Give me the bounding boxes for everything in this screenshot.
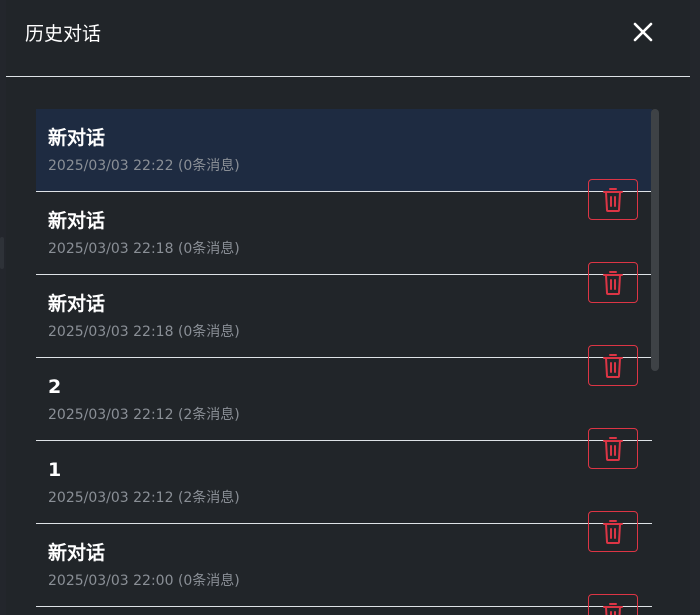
close-icon bbox=[633, 22, 653, 42]
conversation-list: 新对话 2025/03/03 22:22 (0条消息) 新对话 2025/03/… bbox=[36, 109, 652, 615]
conversation-title: 新对话 bbox=[48, 293, 106, 315]
conversation-item[interactable]: 新对话 2025/03/03 22:00 (0条消息) bbox=[36, 524, 652, 615]
conversation-title: 2 bbox=[48, 376, 62, 398]
conversation-item[interactable]: 新对话 2025/03/03 22:22 (0条消息) bbox=[36, 109, 652, 220]
delete-conversation-button[interactable] bbox=[588, 345, 638, 386]
trash-icon bbox=[603, 354, 623, 378]
conversation-meta: 2025/03/03 22:18 (0条消息) bbox=[48, 241, 240, 257]
list-scrollbar[interactable] bbox=[651, 109, 659, 371]
conversation-title: 新对话 bbox=[48, 210, 106, 232]
conversation-meta: 2025/03/03 22:18 (0条消息) bbox=[48, 324, 240, 340]
delete-conversation-button[interactable] bbox=[588, 428, 638, 469]
delete-conversation-button[interactable] bbox=[588, 179, 638, 220]
conversation-meta: 2025/03/03 22:00 (0条消息) bbox=[48, 573, 240, 589]
dialog-title: 历史对话 bbox=[25, 23, 102, 45]
conversation-title: 1 bbox=[48, 459, 62, 481]
conversation-item[interactable]: 新对话 2025/03/03 22:18 (0条消息) bbox=[36, 275, 652, 386]
trash-icon bbox=[603, 437, 623, 461]
conversation-meta: 2025/03/03 22:12 (2条消息) bbox=[48, 407, 240, 423]
conversation-item[interactable]: 1 2025/03/03 22:12 (2条消息) bbox=[36, 441, 652, 552]
delete-conversation-button[interactable] bbox=[588, 511, 638, 552]
conversation-item[interactable]: 新对话 2025/03/03 22:18 (0条消息) bbox=[36, 192, 652, 303]
conversation-item[interactable]: 2 2025/03/03 22:12 (2条消息) bbox=[36, 358, 652, 469]
conversation-title: 新对话 bbox=[48, 542, 106, 564]
background-page-edge bbox=[0, 237, 4, 269]
trash-icon bbox=[603, 188, 623, 212]
delete-conversation-button[interactable] bbox=[588, 262, 638, 303]
dialog-body: 新对话 2025/03/03 22:22 (0条消息) 新对话 2025/03/… bbox=[6, 78, 690, 615]
delete-conversation-button[interactable] bbox=[588, 594, 638, 615]
trash-icon bbox=[603, 603, 623, 615]
trash-icon bbox=[603, 271, 623, 295]
history-dialog: 历史对话 新对话 2025/03/03 22:22 (0条消息) 新对话 202… bbox=[6, 0, 690, 615]
close-button[interactable] bbox=[628, 17, 658, 47]
conversation-title: 新对话 bbox=[48, 127, 106, 149]
conversation-meta: 2025/03/03 22:12 (2条消息) bbox=[48, 490, 240, 506]
conversation-meta: 2025/03/03 22:22 (0条消息) bbox=[48, 158, 240, 174]
dialog-header: 历史对话 bbox=[6, 0, 690, 77]
trash-icon bbox=[603, 520, 623, 544]
